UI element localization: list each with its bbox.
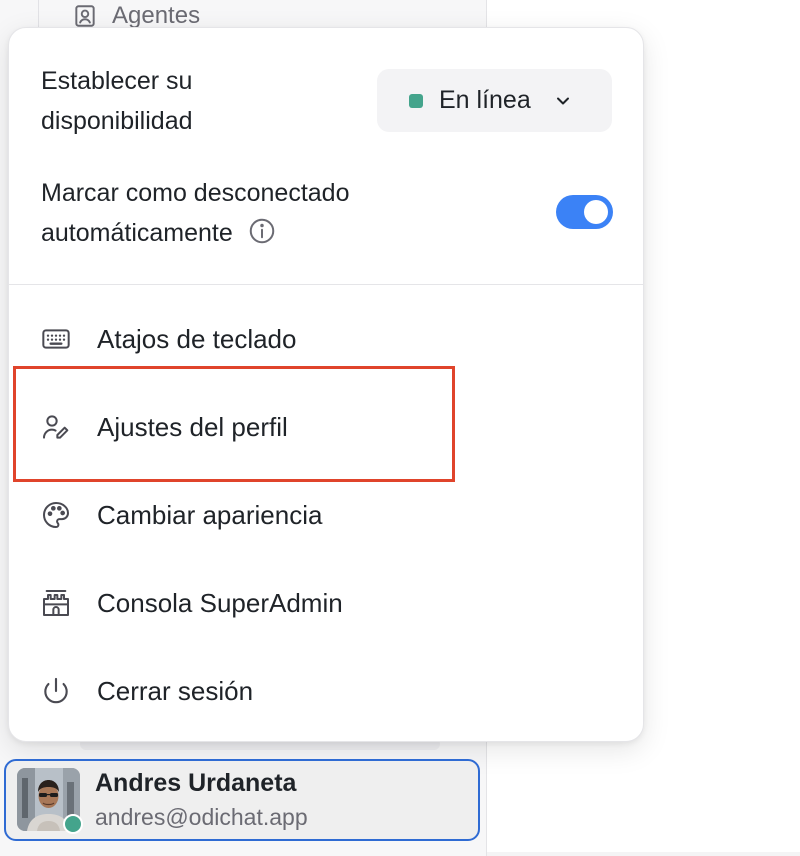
profile-menu-popup: Establecer su disponibilidad En línea Ma… <box>8 27 644 742</box>
user-name: Andres Urdaneta <box>95 769 297 797</box>
online-status-dot <box>409 93 423 108</box>
menu-item-change-appearance[interactable]: Cambiar apariencia <box>9 485 643 545</box>
menu-item-label: Ajustes del perfil <box>97 411 288 442</box>
divider <box>487 852 800 856</box>
menu-item-label: Atajos de teclado <box>97 323 297 354</box>
availability-status: En línea <box>439 86 531 114</box>
user-email: andres@odichat.app <box>95 804 308 830</box>
menu-item-profile-settings[interactable]: Ajustes del perfil <box>9 397 643 457</box>
online-status-dot <box>63 814 83 834</box>
info-icon[interactable] <box>247 216 277 246</box>
availability-dropdown[interactable]: En línea <box>377 69 612 132</box>
menu-item-label: Cerrar sesión <box>97 675 254 706</box>
menu-item-label: Consola SuperAdmin <box>97 587 343 618</box>
user-pen-icon <box>43 415 69 439</box>
chevron-down-icon <box>556 97 569 104</box>
auto-offline-label: Marcar como desconectado automáticamente <box>41 173 461 253</box>
contact-icon <box>75 5 95 27</box>
power-icon <box>44 677 68 704</box>
menu-item-keyboard-shortcuts[interactable]: Atajos de teclado <box>9 309 643 369</box>
user-profile-button[interactable]: Andres Urdaneta andres@odichat.app <box>4 759 480 841</box>
keyboard-icon <box>42 329 70 349</box>
menu-divider <box>9 284 643 285</box>
palette-icon <box>43 502 69 528</box>
menu-item-superadmin-console[interactable]: Consola SuperAdmin <box>9 573 643 633</box>
sidebar-divider <box>38 0 39 30</box>
menu-item-logout[interactable]: Cerrar sesión <box>9 661 643 721</box>
auto-offline-toggle[interactable] <box>556 195 613 229</box>
availability-label: Establecer su disponibilidad <box>41 67 193 135</box>
toggle-knob <box>584 200 608 224</box>
menu-item-label: Cambiar apariencia <box>97 499 323 530</box>
castle-icon <box>43 590 69 616</box>
auto-offline-text: Marcar como desconectado automáticamente <box>41 179 350 247</box>
sidebar-item-label: Agentes <box>112 2 201 29</box>
sidebar-item-agents[interactable]: Agentes <box>72 2 200 30</box>
